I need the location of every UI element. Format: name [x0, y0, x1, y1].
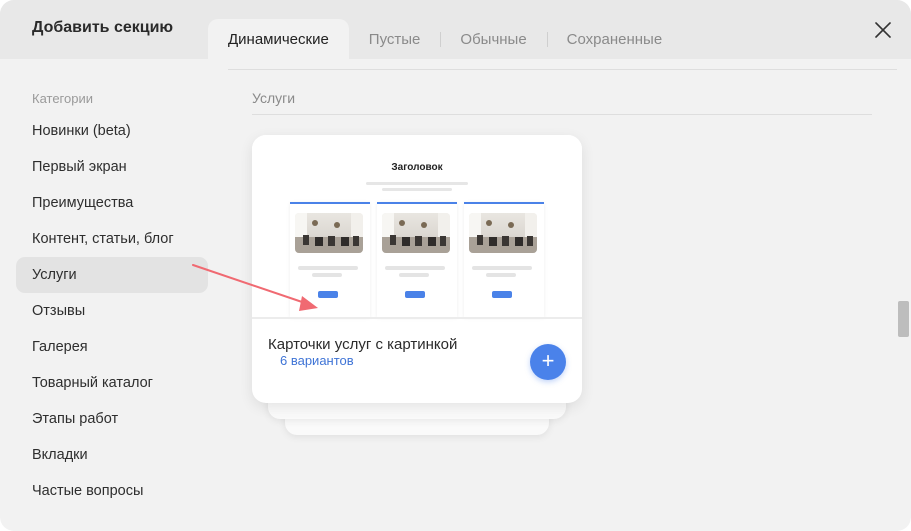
scrollbar-thumb[interactable] [898, 301, 909, 337]
tab-regular[interactable]: Обычные [440, 19, 546, 59]
category-services[interactable]: Услуги [16, 257, 208, 293]
category-gallery[interactable]: Галерея [16, 329, 208, 365]
tab-bar: Динамические Пустые Обычные Сохраненные [208, 19, 682, 59]
preview-service-card [290, 202, 370, 317]
add-section-button[interactable]: + [530, 344, 566, 380]
tab-dynamic[interactable]: Динамические [208, 19, 349, 59]
section-divider [252, 114, 872, 115]
tab-empty[interactable]: Пустые [349, 19, 441, 59]
modal-header: Добавить секцию Динамические Пустые Обыч… [0, 0, 911, 59]
close-icon [875, 22, 891, 38]
section-template-card[interactable]: Заголовок Карточки услуг с картинкой 6 в… [252, 135, 582, 403]
preview-service-card [464, 202, 544, 317]
preview-service-button [318, 291, 338, 298]
plus-icon: + [541, 348, 555, 373]
preview-subtitle-line [366, 182, 468, 185]
modal-title: Добавить секцию [32, 19, 174, 36]
preview-subtitle-line [382, 188, 452, 191]
category-tabs[interactable]: Вкладки [16, 437, 208, 473]
preview-service-button [405, 291, 425, 298]
category-new-beta[interactable]: Новинки (beta) [16, 113, 208, 149]
category-reviews[interactable]: Отзывы [16, 293, 208, 329]
card-variants-link[interactable]: 6 вариантов [280, 353, 354, 368]
card-title: Карточки услуг с картинкой [268, 336, 458, 353]
category-content-articles-blog[interactable]: Контент, статьи, блог [16, 221, 208, 257]
category-first-screen[interactable]: Первый экран [16, 149, 208, 185]
card-info: Карточки услуг с картинкой 6 вариантов + [252, 319, 582, 403]
close-button[interactable] [871, 18, 895, 42]
categories-heading: Категории [32, 91, 93, 106]
category-faq[interactable]: Частые вопросы [16, 473, 208, 509]
category-list: Новинки (beta) Первый экран Преимущества… [16, 113, 208, 509]
preview-service-button [492, 291, 512, 298]
category-product-catalog[interactable]: Товарный каталог [16, 365, 208, 401]
content-scrollbar[interactable] [897, 59, 911, 531]
category-sidebar: Категории Новинки (beta) Первый экран Пр… [0, 59, 228, 531]
add-section-modal: Добавить секцию Динамические Пустые Обыч… [0, 0, 911, 531]
preview-service-image [382, 213, 450, 253]
preview-service-image [469, 213, 537, 253]
content-divider [228, 69, 897, 70]
card-preview: Заголовок [252, 135, 582, 319]
preview-heading: Заголовок [391, 162, 443, 173]
section-heading: Услуги [252, 90, 296, 106]
category-work-stages[interactable]: Этапы работ [16, 401, 208, 437]
tab-saved[interactable]: Сохраненные [546, 19, 683, 59]
preview-service-card [377, 202, 457, 317]
category-advantages[interactable]: Преимущества [16, 185, 208, 221]
preview-service-image [295, 213, 363, 253]
